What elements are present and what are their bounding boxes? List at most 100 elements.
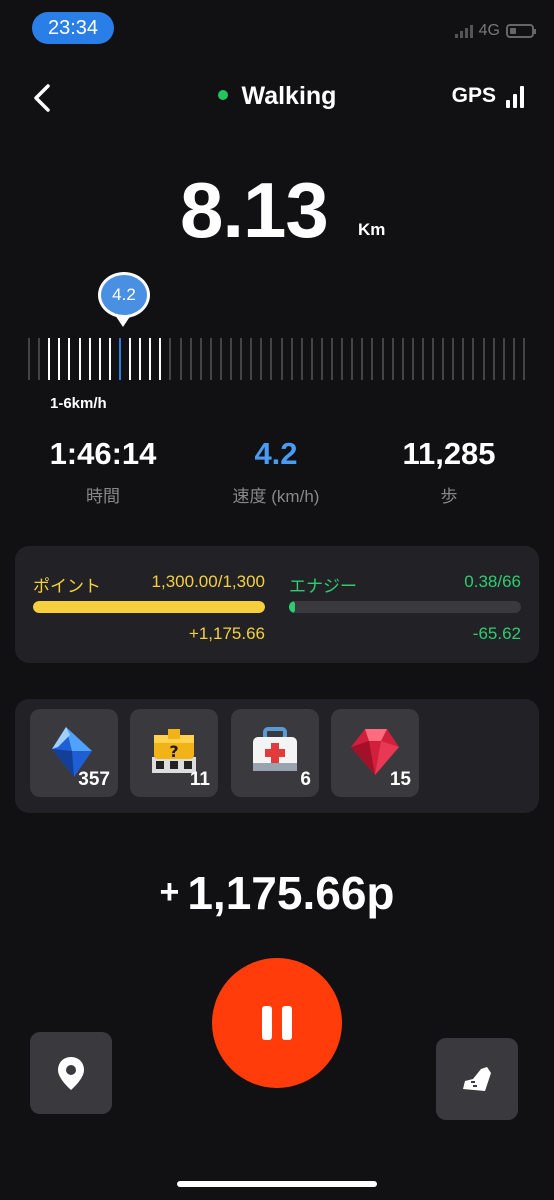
- scale-tick: [58, 338, 61, 380]
- scale-tick: [462, 338, 465, 380]
- scale-tick: [219, 338, 222, 380]
- scale-tick: [522, 338, 525, 380]
- status-time: 23:34: [32, 12, 114, 44]
- map-button[interactable]: [30, 1032, 112, 1114]
- scale-tick: [260, 338, 263, 380]
- sneaker-icon: [463, 1067, 491, 1091]
- scale-tick: [169, 338, 172, 380]
- scale-tick: [320, 338, 323, 380]
- scale-tick: [230, 338, 232, 380]
- item-count: 11: [189, 769, 210, 790]
- scale-tick: [179, 338, 182, 380]
- item-mystery-box[interactable]: ? 11: [130, 709, 218, 797]
- distance-unit: Km: [358, 220, 386, 239]
- total-points-value: 1,175.66p: [187, 867, 395, 919]
- pause-button[interactable]: [212, 958, 342, 1088]
- pause-icon-bar-right: [282, 1006, 292, 1040]
- energy-progress-fill: [289, 601, 295, 613]
- scale-tick: [28, 338, 30, 380]
- shoe-button[interactable]: [436, 1038, 518, 1120]
- scale-tick: [149, 338, 152, 380]
- scale-tick: [38, 338, 41, 380]
- scale-tick: [68, 338, 71, 380]
- points-title: ポイント: [33, 577, 101, 596]
- scale-tick: [290, 338, 293, 380]
- scale-tick: [391, 338, 394, 380]
- energy-delta: -65.62: [472, 624, 521, 643]
- scale-tick: [118, 338, 121, 380]
- scale-tick: [472, 338, 475, 380]
- first-aid-kit-icon: [253, 727, 297, 771]
- scale-tick: [371, 338, 374, 380]
- points-value: 1,300.00/1,300: [151, 572, 265, 591]
- status-dot-icon: [217, 90, 228, 101]
- scale-tick: [88, 338, 91, 380]
- energy-title: エナジー: [289, 577, 357, 596]
- stat-steps-value: 11,285: [402, 436, 496, 471]
- total-plus-sign: +: [159, 873, 180, 912]
- cell-signal-icon: [454, 24, 473, 38]
- items-card: 357 ? 11 6 15: [15, 699, 539, 813]
- scale-tick: [421, 338, 424, 380]
- total-points: +1,175.66p: [0, 866, 554, 920]
- scale-tick: [98, 338, 101, 380]
- item-red-gem[interactable]: 15: [331, 709, 419, 797]
- gps-indicator: GPS: [452, 84, 524, 108]
- gps-signal-icon: [506, 84, 524, 108]
- scale-tick: [381, 338, 384, 380]
- energy-progress-bar: [289, 601, 521, 613]
- speed-bubble-pointer: [115, 315, 131, 327]
- stat-steps: 11,285 歩: [359, 436, 539, 507]
- scale-tick: [452, 338, 455, 380]
- stat-time: 1:46:14 時間: [13, 436, 193, 507]
- points-progress-bar: [33, 601, 265, 613]
- scale-tick: [341, 338, 344, 380]
- item-count: 15: [389, 769, 411, 790]
- points-progress-fill: [33, 601, 265, 613]
- stat-speed-value: 4.2: [254, 436, 298, 471]
- stat-time-label: 時間: [86, 487, 120, 506]
- location-pin-icon: [58, 1057, 84, 1090]
- svg-text:?: ?: [169, 742, 178, 761]
- scale-tick: [250, 338, 253, 380]
- item-first-aid-kit[interactable]: 6: [231, 709, 319, 797]
- scale-tick: [240, 338, 243, 380]
- points-energy-card: ポイント 1,300.00/1,300 +1,175.66 エナジー 0.38/…: [15, 546, 539, 663]
- scale-tick: [139, 338, 142, 380]
- scale-tick: [411, 338, 414, 380]
- speed-range-label: 1-6km/h: [50, 395, 107, 412]
- status-indicators: 4G: [454, 22, 536, 40]
- scale-tick: [189, 338, 192, 380]
- points-delta: +1,175.66: [188, 624, 265, 643]
- scale-tick: [401, 338, 404, 380]
- scale-tick: [129, 338, 131, 380]
- scale-tick: [209, 338, 212, 380]
- mode-label: Walking: [241, 82, 337, 110]
- scale-tick: [78, 338, 81, 380]
- scale-tick: [280, 338, 283, 380]
- energy-value: 0.38/66: [464, 572, 521, 591]
- stat-steps-label: 歩: [440, 487, 458, 506]
- current-speed-bubble: 4.2: [98, 272, 150, 318]
- scale-tick: [48, 338, 51, 380]
- scale-tick: [310, 338, 313, 380]
- scale-tick: [442, 338, 445, 380]
- scale-tick: [502, 338, 505, 380]
- scale-tick: [159, 338, 162, 380]
- scale-tick: [482, 338, 485, 380]
- scale-tick: [351, 338, 354, 380]
- scale-tick: [270, 338, 273, 380]
- stat-speed: 4.2 速度 (km/h): [186, 436, 366, 507]
- stat-time-value: 1:46:14: [49, 436, 157, 471]
- scale-tick: [432, 338, 434, 380]
- scale-tick: [512, 338, 515, 380]
- item-blue-crystal[interactable]: 357: [30, 709, 118, 797]
- pause-icon-bar-left: [262, 1006, 272, 1040]
- distance-value: 8.13: [180, 166, 329, 254]
- scale-tick: [199, 338, 202, 380]
- gps-label: GPS: [451, 84, 496, 107]
- scale-tick: [108, 338, 111, 380]
- home-indicator[interactable]: [177, 1181, 377, 1187]
- item-count: 6: [300, 769, 311, 790]
- item-count: 357: [78, 769, 110, 790]
